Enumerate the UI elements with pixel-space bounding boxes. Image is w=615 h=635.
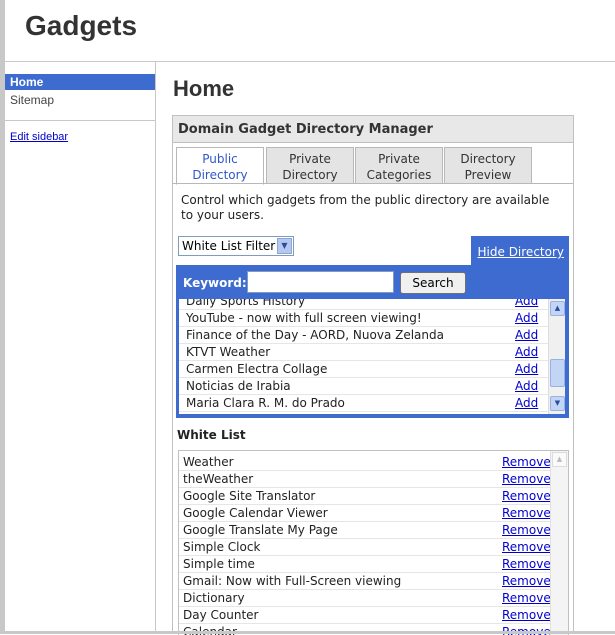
add-link[interactable]: Add	[515, 310, 538, 326]
gadget-name: Google Translate My Page	[183, 523, 338, 537]
directory-list: Daily Sports History Add YouTube - now wi…	[179, 299, 565, 414]
list-item: Finance of the Day - AORD, Nuova Zelanda…	[179, 327, 548, 344]
tab-divider	[173, 183, 573, 184]
hide-directory-tab: Hide Directory	[471, 236, 569, 266]
list-item: Simple Clock Remove	[179, 539, 551, 556]
add-link[interactable]: Add	[515, 327, 538, 343]
tab-label-line1: Private	[289, 152, 331, 166]
add-link[interactable]: Add	[515, 395, 538, 411]
remove-link[interactable]: Remove	[502, 454, 551, 470]
list-item: Google Translate My Page Remove	[179, 522, 551, 539]
sidebar-item-sitemap[interactable]: Sitemap	[5, 91, 155, 109]
gadget-name: Weather	[183, 455, 234, 469]
tab-public-directory[interactable]: Public Directory	[176, 147, 264, 185]
scroll-thumb[interactable]	[550, 359, 565, 387]
whitelist-title: White List	[177, 428, 246, 442]
list-item: Google Site Translator Remove	[179, 488, 551, 505]
list-item: Simple time Remove	[179, 556, 551, 573]
remove-link[interactable]: Remove	[502, 522, 551, 538]
remove-link[interactable]: Remove	[502, 573, 551, 589]
list-item: Google Calendar Viewer Remove	[179, 505, 551, 522]
tab-label-line2: Directory	[282, 168, 338, 182]
tab-label-line1: Public	[202, 152, 238, 166]
whitelist-list: Weather Remove theWeather Remove Google Si…	[179, 454, 551, 635]
gadget-name: KTVT Weather	[186, 345, 271, 359]
gadget-name: Google Site Translator	[183, 489, 316, 503]
scroll-up-icon[interactable]: ▲	[550, 301, 565, 316]
manager-title: Domain Gadget Directory Manager	[173, 116, 573, 143]
add-link[interactable]: Add	[515, 378, 538, 394]
gadget-name: Simple time	[183, 557, 255, 571]
filter-select-value: White List Filter	[182, 239, 276, 253]
remove-link[interactable]: Remove	[502, 539, 551, 555]
list-item: Carmen Electra Collage Add	[179, 361, 548, 378]
gadget-name: Google Calendar Viewer	[183, 506, 328, 520]
gadget-name: Gmail: Now with Full-Screen viewing	[183, 574, 402, 588]
list-item: Daily Sports History Add	[179, 299, 548, 310]
gadget-directory-manager: Domain Gadget Directory Manager Public D…	[172, 115, 574, 635]
remove-link[interactable]: Remove	[502, 471, 551, 487]
tab-private-directory[interactable]: Private Directory	[266, 147, 354, 184]
remove-link[interactable]: Remove	[502, 607, 551, 623]
list-item: Weather Remove	[179, 454, 551, 471]
gadget-name: theWeather	[183, 472, 254, 486]
add-link[interactable]: Add	[515, 344, 538, 360]
scroll-down-icon[interactable]: ▼	[550, 396, 565, 411]
remove-link[interactable]: Remove	[502, 590, 551, 606]
search-button[interactable]: Search	[400, 272, 466, 294]
edit-sidebar-link[interactable]: Edit sidebar	[5, 131, 155, 143]
chevron-down-icon[interactable]: ▼	[277, 238, 292, 254]
gadget-name: Day Counter	[183, 608, 259, 622]
directory-description: Control which gadgets from the public di…	[181, 193, 550, 222]
remove-link[interactable]: Remove	[502, 488, 551, 504]
sidebar: Home Sitemap Edit sidebar	[5, 62, 156, 634]
tab-label-line2: Categories	[366, 168, 432, 182]
gadget-name: Simple Clock	[183, 540, 261, 554]
list-item: Dictionary Remove	[179, 590, 551, 607]
tab-label-line2: Preview	[464, 168, 512, 182]
tab-label-line1: Directory	[460, 152, 516, 166]
list-item: Day Counter Remove	[179, 607, 551, 624]
site-header: Gadgets	[5, 0, 615, 62]
remove-link[interactable]: Remove	[502, 505, 551, 521]
gadget-name: Maria Clara R. M. do Prado	[186, 396, 345, 410]
tab-directory-preview[interactable]: Directory Preview	[444, 147, 532, 184]
list-item: Gmail: Now with Full-Screen viewing Remov…	[179, 573, 551, 590]
add-link[interactable]: Add	[515, 299, 538, 309]
sidebar-item-home[interactable]: Home	[5, 74, 155, 90]
tab-label-line2: Directory	[192, 168, 248, 182]
list-item: theWeather Remove	[179, 471, 551, 488]
gadget-name: Dictionary	[183, 591, 245, 605]
gadget-name: Finance of the Day - AORD, Nuova Zelanda	[186, 328, 444, 342]
public-directory-panel: Keyword: Search Daily Sports History Add …	[176, 265, 569, 418]
filter-select[interactable]: White List Filter ▼	[178, 236, 294, 256]
site-title: Gadgets	[25, 10, 138, 41]
whitelist-scrollbar[interactable]: ▲	[550, 451, 568, 635]
gadget-name: Carmen Electra Collage	[186, 362, 328, 376]
tab-label-line1: Private	[378, 152, 420, 166]
hide-directory-link[interactable]: Hide Directory	[478, 245, 564, 259]
tab-private-categories[interactable]: Private Categories	[355, 147, 443, 184]
list-item: KTVT Weather Add	[179, 344, 548, 361]
keyword-label: Keyword:	[183, 276, 247, 290]
gadget-name: Noticias de Irabia	[186, 379, 291, 393]
scroll-up-icon[interactable]: ▲	[552, 452, 567, 467]
list-item: Noticias de Irabia Add	[179, 378, 548, 395]
whitelist-panel: Weather Remove theWeather Remove Google Si…	[178, 450, 569, 635]
gadget-name: Daily Sports History	[186, 299, 306, 308]
list-item: Maria Clara R. M. do Prado Add	[179, 395, 548, 412]
directory-scrollbar[interactable]: ▲ ▼	[548, 299, 565, 414]
page-title: Home	[173, 76, 235, 101]
list-item: YouTube - now with full screen viewing! A…	[179, 310, 548, 327]
remove-link[interactable]: Remove	[502, 556, 551, 572]
sidebar-divider	[5, 120, 155, 121]
gadget-name: YouTube - now with full screen viewing!	[186, 311, 422, 325]
add-link[interactable]: Add	[515, 361, 538, 377]
keyword-input[interactable]	[247, 271, 394, 293]
